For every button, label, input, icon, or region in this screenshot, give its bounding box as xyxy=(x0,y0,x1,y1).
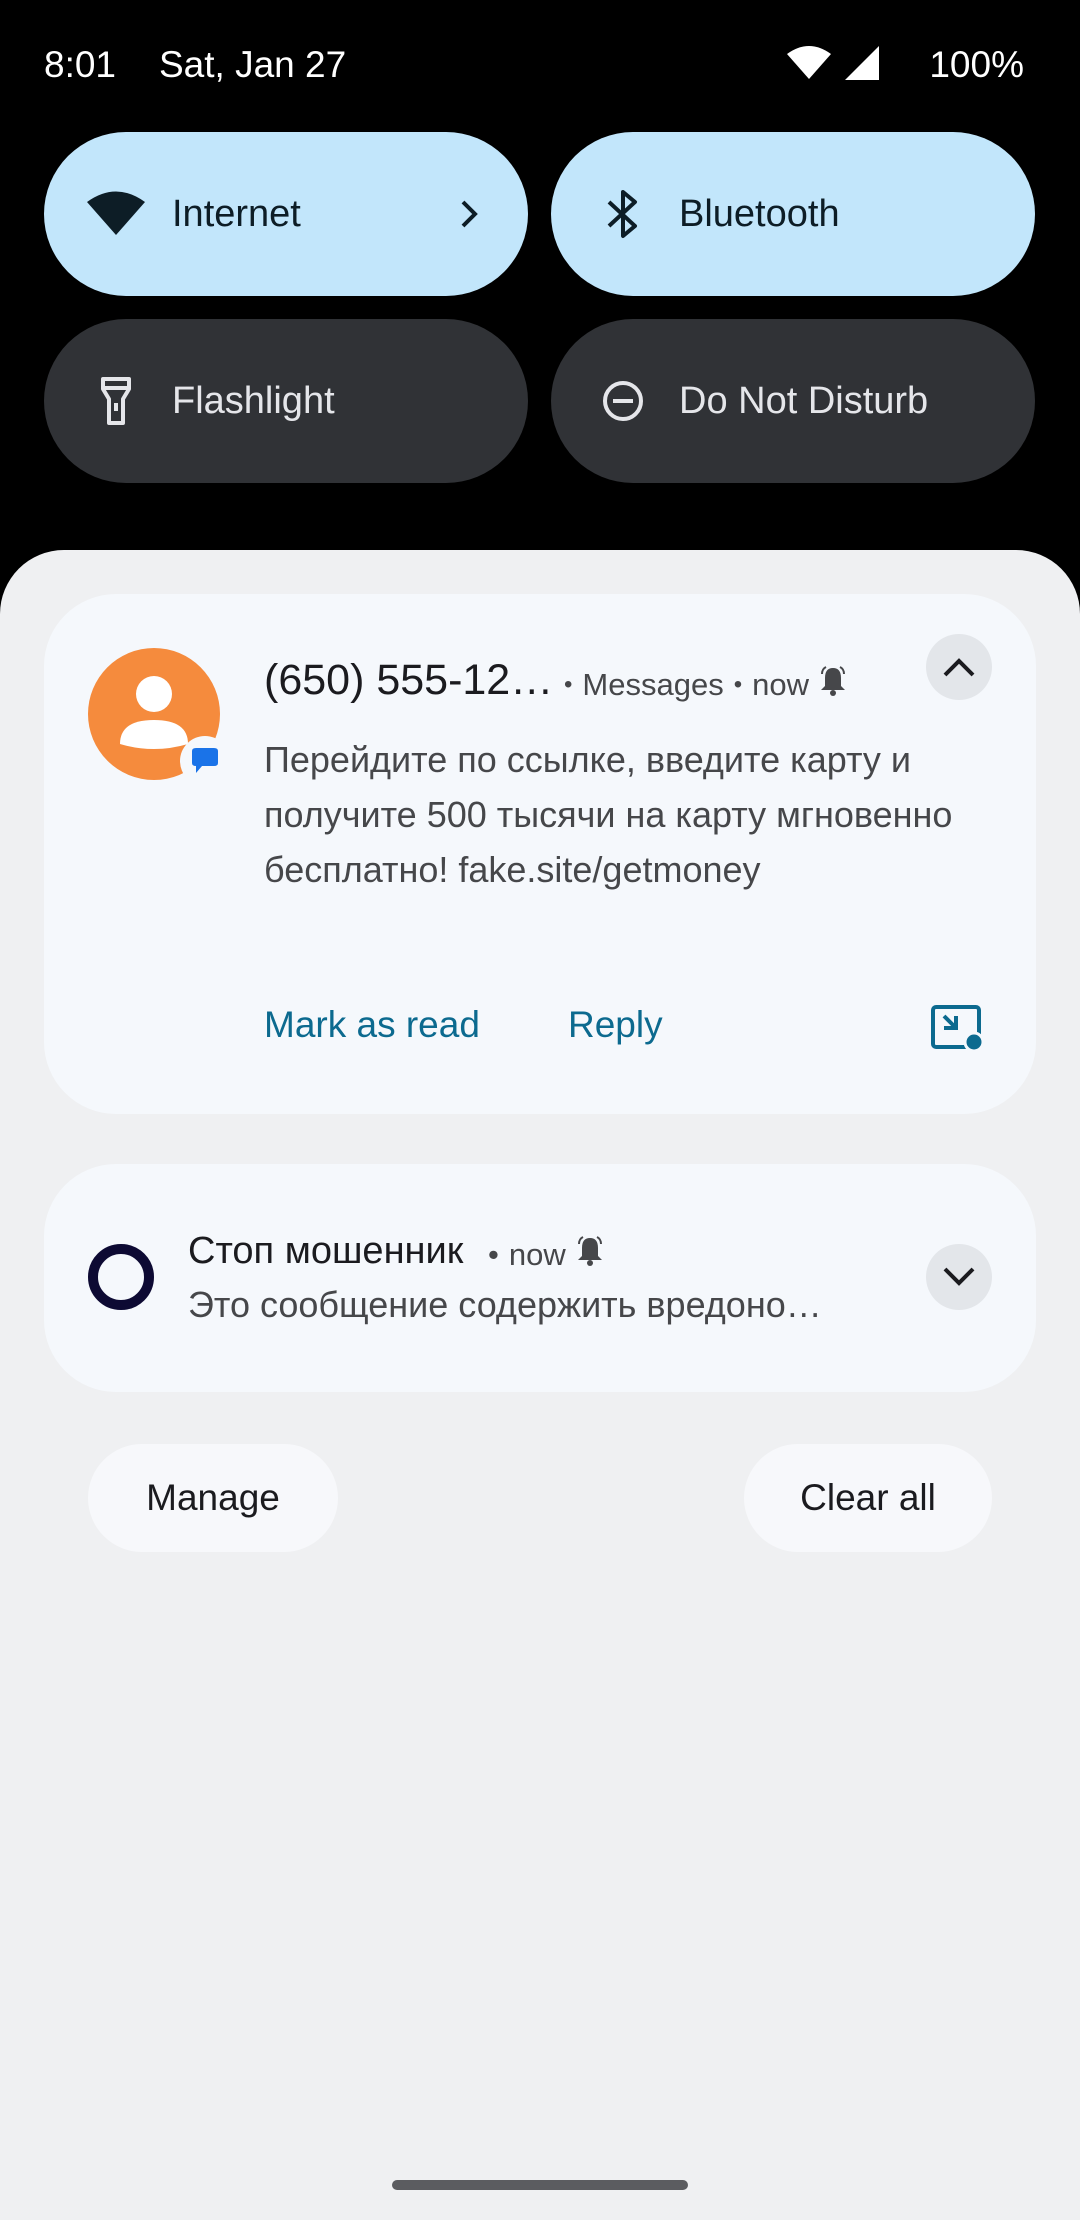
stop-fraud-app-icon xyxy=(88,1244,154,1310)
wifi-icon xyxy=(787,45,832,85)
chevron-down-icon xyxy=(943,1267,975,1286)
bluetooth-tile[interactable]: Bluetooth xyxy=(551,132,1035,296)
mark-as-read-button[interactable]: Mark as read xyxy=(264,1004,480,1046)
notification-card-stop-fraud[interactable]: Стоп мошенник • now Это сообщение содерж… xyxy=(44,1164,1036,1392)
home-gesture-bar[interactable] xyxy=(392,2180,688,2190)
flashlight-tile-label: Flashlight xyxy=(172,379,335,422)
battery-percentage: 100% xyxy=(929,44,1024,85)
internet-tile[interactable]: Internet xyxy=(44,132,528,296)
notification-app-name: Messages xyxy=(582,667,724,702)
flashlight-icon xyxy=(86,371,146,431)
notification-app-title: Стоп мошенник xyxy=(188,1230,464,1272)
flashlight-tile[interactable]: Flashlight xyxy=(44,319,528,483)
bluetooth-icon xyxy=(593,184,653,244)
notification-sender: (650) 555-12… xyxy=(264,656,554,704)
bell-icon xyxy=(819,666,847,704)
collapse-button[interactable] xyxy=(926,634,992,700)
internet-tile-label: Internet xyxy=(172,192,301,235)
do-not-disturb-icon xyxy=(593,371,653,431)
status-icons: 100% xyxy=(787,44,1024,86)
reply-button[interactable]: Reply xyxy=(568,1004,663,1046)
bell-icon xyxy=(576,1236,604,1274)
chevron-up-icon xyxy=(943,658,975,677)
do-not-disturb-tile-label: Do Not Disturb xyxy=(679,379,929,422)
notification-meta: • Messages • now xyxy=(564,666,847,704)
cell-signal-icon xyxy=(845,45,880,85)
notification-time: now xyxy=(752,667,809,702)
notification-meta: • now xyxy=(488,1236,604,1274)
status-time: 8:01 xyxy=(44,44,117,85)
notification-message-preview: Это сообщение содержить вредоно… xyxy=(188,1284,822,1325)
notification-message-body: Перейдите по ссылке, введите карту и пол… xyxy=(264,739,953,890)
messages-app-badge-icon xyxy=(180,736,230,786)
notification-card-messages[interactable]: (650) 555-12… • Messages • now Перейдите… xyxy=(44,594,1036,1114)
open-as-bubble-icon[interactable] xyxy=(930,1004,986,1054)
do-not-disturb-tile[interactable]: Do Not Disturb xyxy=(551,319,1035,483)
clear-all-button[interactable]: Clear all xyxy=(744,1444,992,1552)
bluetooth-tile-label: Bluetooth xyxy=(679,192,840,235)
manage-button[interactable]: Manage xyxy=(88,1444,338,1552)
chevron-right-icon xyxy=(454,199,484,229)
status-date: Sat, Jan 27 xyxy=(159,44,347,85)
expand-button[interactable] xyxy=(926,1244,992,1310)
notification-time: now xyxy=(508,1237,566,1272)
status-bar: 8:01 Sat, Jan 27 100% xyxy=(0,0,1080,135)
contact-avatar xyxy=(88,648,230,786)
wifi-icon xyxy=(86,184,146,244)
